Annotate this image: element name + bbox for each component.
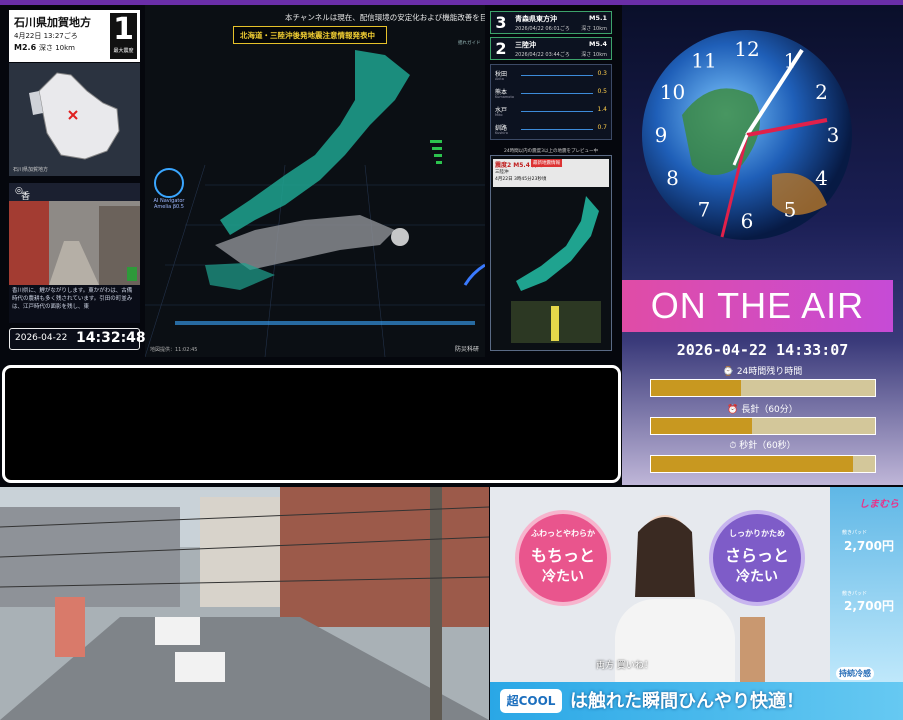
ai-navigator-icon — [154, 168, 184, 198]
street-camera-thumbnail — [9, 201, 140, 285]
left-date: 2026-04-22 — [15, 333, 68, 343]
quake-place: 三陸沖 — [515, 41, 536, 49]
advisory-alert-banner: 北海道・三陸沖後発地震注意情報発表中 — [233, 26, 387, 44]
message-box — [2, 365, 621, 483]
progress-bar-second — [650, 455, 876, 473]
preview-map-image — [511, 196, 601, 343]
map-footer-left: 地図提供：11:02:45 — [150, 347, 198, 353]
preview-title: 24時間以内の震度3以上の地震をプレビュー中 — [503, 149, 599, 154]
clock-numeral: 6 — [741, 209, 754, 233]
product-bubble-soft: ふわっとやわらか もちっと 冷たい — [515, 510, 611, 606]
quake-datetime: 2026/04/22 03:44ごろ — [515, 52, 570, 58]
ad-caption: 両方 買いね！ — [596, 661, 653, 671]
camera-location-bar: ◎ 香川県 東かがわ市 — [9, 183, 140, 293]
quake-depth: 深さ 10km — [581, 52, 607, 58]
progress-bar-day — [650, 379, 876, 397]
sensor-readings-panel: 秋田 Akita 0.3 熊本 Kumamoto 0.5 水戸 Mito 1.4 釧路 Kus… — [490, 64, 612, 140]
quake-datetime: 2026/04/22 06:01ごろ — [515, 26, 570, 32]
ad-banner-message: は触れた瞬間ひんやり快適！ — [570, 691, 804, 712]
product-bubble-firm: しっかりかため さらっと 冷たい — [709, 510, 805, 606]
clock-numeral: 10 — [660, 80, 685, 104]
clock-numeral: 12 — [734, 37, 759, 61]
camera-location-label: ◎ 香川県 東かがわ市 — [15, 186, 31, 293]
sensor-row: 水戸 Mito 1.4 — [495, 106, 607, 117]
quake-preview-panel: 震度2 M5.4 深さ10km 三陸沖 4月22日 3時45分23秒頃 最新地震… — [490, 155, 612, 351]
cooling-tag: 持続冷感 — [836, 667, 874, 680]
seismic-3d-map — [145, 5, 485, 357]
super-cool-logo: 超COOL — [500, 689, 562, 713]
quake-time: 4月22日 13:27ごろ — [14, 32, 78, 40]
prefecture-map-shape — [29, 72, 120, 160]
quake-rank: 3 — [491, 12, 511, 33]
nied-credit: 防災科研 — [455, 346, 480, 353]
quake-depth: 深さ 10km — [39, 44, 76, 52]
ai-navigator-label: AI Navigator Amelia β0.5 — [153, 198, 185, 210]
sensor-row: 熊本 Kumamoto 0.5 — [495, 88, 607, 99]
earthquake-info-card: 石川県加賀地方 4月22日 13:27ごろ M2.6 深さ 10km 1 最大震… — [9, 10, 140, 62]
clock-numeral: 4 — [815, 166, 828, 190]
sensor-row: 秋田 Akita 0.3 — [495, 70, 607, 81]
recent-quake-card[interactable]: 3 青森県東方沖 2026/04/22 06:01ごろ M5.1 深さ 10km — [490, 11, 612, 34]
product-price: 2,700円 — [844, 599, 894, 613]
progress-label-day: ⌚ 24時間残り時間 — [722, 367, 803, 377]
live-camera-feed-image — [0, 487, 489, 720]
clock-numeral: 9 — [655, 123, 668, 147]
quake-rank: 2 — [491, 38, 511, 59]
street-scene-image — [9, 201, 140, 285]
quake-magnitude: M2.6 — [14, 43, 37, 52]
japan-seismic-visualization — [145, 5, 485, 357]
max-intensity-label: 最大震度 — [113, 48, 134, 54]
progress-bar-minute — [650, 417, 876, 435]
max-intensity-badge: 1 最大震度 — [110, 13, 137, 59]
ad-bottom-banner: 超COOL は触れた瞬間ひんやり快適！ — [490, 682, 903, 720]
product-label: 敷きパッド — [842, 530, 868, 536]
minimap-caption: 石川県加賀地方 — [13, 167, 49, 173]
clock-numeral: 8 — [666, 166, 679, 190]
ai-navigator-widget[interactable]: AI Navigator Amelia β0.5 — [145, 168, 193, 214]
advisory-alert-text: 北海道・三陸沖後発地震注意情報発表中 — [240, 31, 375, 40]
clock-numeral: 11 — [691, 49, 716, 73]
ad-product-sidebar: しまむら 敷きパッド 2,700円 敷きパッド 2,700円 持続冷感 — [830, 487, 903, 682]
recent-quake-card[interactable]: 2 三陸沖 2026/04/22 03:44ごろ M5.4 深さ 10km — [490, 37, 612, 60]
progress-label-minute: ⏰ 長針（60分） — [727, 405, 798, 415]
live-street-camera — [0, 487, 489, 720]
earth-clock-face: 12 1234567891011 — [642, 30, 852, 240]
clock-numeral: 3 — [827, 123, 840, 147]
product-price: 2,700円 — [844, 539, 894, 553]
clock-numeral: 2 — [815, 80, 828, 104]
quake-magnitude: M5.4 — [589, 40, 607, 48]
quake-region: 石川県加賀地方 — [14, 16, 91, 29]
clock-numeral: 7 — [698, 198, 711, 222]
quake-place: 青森県東方沖 — [515, 15, 557, 23]
progress-label-second: ⏱ 秒針（60秒） — [729, 441, 796, 451]
left-datetime-box: 2026-04-22 14:32:48 — [9, 328, 146, 350]
right-datetime: 2026-04-22 14:33:07 — [676, 341, 849, 359]
sensor-row: 釧路 Kushiro 0.7 — [495, 124, 607, 135]
product-label: 敷きパッド — [842, 591, 868, 597]
epicenter-minimap: 石川県加賀地方 — [9, 63, 140, 176]
left-time: 14:32:48 — [76, 330, 146, 346]
brand-logo: しまむら — [859, 499, 899, 510]
camera-description: 香川県に、鯉がながりします。東かがわは、古備時代の農耕も多く残されています。引田… — [9, 285, 140, 323]
quake-depth: 深さ 10km — [581, 26, 607, 32]
quake-magnitude: M5.1 — [589, 14, 607, 22]
clock-numeral: 5 — [784, 198, 797, 222]
max-intensity-value: 1 — [113, 12, 134, 47]
shaking-guide-label: 揺れガイド — [458, 41, 481, 46]
on-air-banner: ON THE AIR — [622, 280, 893, 332]
channel-notice: 本チャンネルは現在、配信環境の安定化および機能改善を目 — [285, 13, 485, 22]
